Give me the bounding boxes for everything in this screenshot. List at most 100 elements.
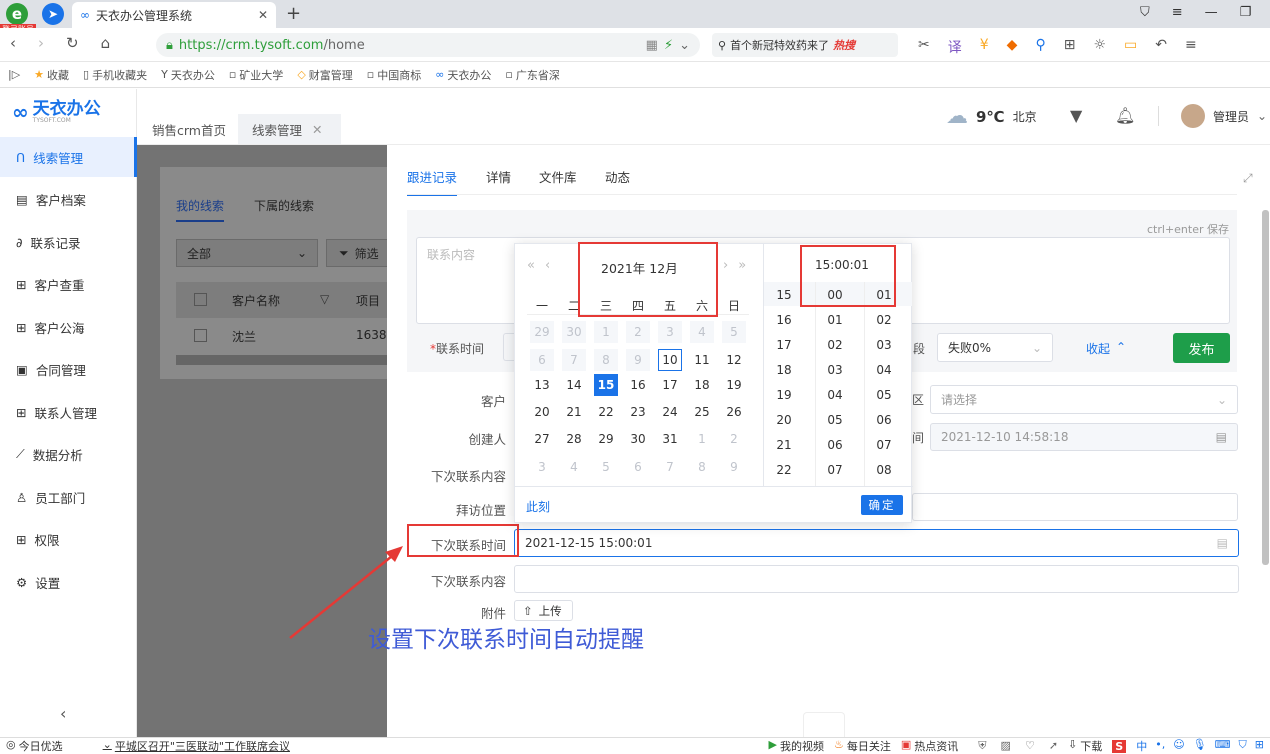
rocket-icon[interactable]: ➚ <box>1049 739 1058 753</box>
day-cell[interactable]: 20 <box>530 401 554 423</box>
day-cell[interactable]: 23 <box>626 401 650 423</box>
bookmark-item[interactable]: ▫ 广东省深 <box>505 67 559 83</box>
keyboard-icon[interactable]: ⌨ <box>1215 738 1231 754</box>
next-content-input[interactable] <box>514 565 1239 593</box>
shield-icon[interactable]: ¥ <box>980 37 989 57</box>
bookmark-item[interactable]: ▫ 中国商标 <box>367 67 421 83</box>
sidebar-item-8[interactable]: ♙ 员工部门 <box>0 477 137 517</box>
day-cell[interactable]: 14 <box>562 374 586 396</box>
bookmark-item[interactable]: ★ 收藏 <box>34 67 69 83</box>
collapse-sidebar-icon[interactable]: ‹ <box>60 704 66 723</box>
day-cell[interactable]: 16 <box>626 374 650 396</box>
visit-location-input[interactable] <box>912 493 1238 521</box>
sidebar-item-1[interactable]: ▤ 客户档案 <box>0 179 137 219</box>
apps-icon[interactable]: ⊞ <box>1064 37 1076 57</box>
bookmark-item[interactable]: ▯ 手机收藏夹 <box>83 67 147 83</box>
upload-button[interactable]: ⇧ 上传 <box>514 600 573 621</box>
hour-cell[interactable]: 22 <box>772 459 796 481</box>
lightning-icon[interactable]: ⚡ <box>664 38 673 53</box>
second-cell[interactable]: 05 <box>872 384 896 406</box>
grid-icon[interactable]: ⊞ <box>1255 738 1264 754</box>
day-cell[interactable]: 18 <box>690 374 714 396</box>
select-all-checkbox[interactable] <box>194 293 207 306</box>
day-cell[interactable]: 11 <box>690 349 714 371</box>
day-cell[interactable]: 8 <box>690 456 714 478</box>
day-cell[interactable]: 30 <box>562 321 586 343</box>
heart-icon[interactable]: ♡ <box>1025 739 1035 753</box>
row-checkbox[interactable] <box>194 329 207 342</box>
day-cell[interactable]: 3 <box>658 321 682 343</box>
news-ticker[interactable]: ⌄ 平城区召开"三医联动"工作联席会议 <box>103 738 290 754</box>
hour-cell[interactable]: 20 <box>772 409 796 431</box>
sidebar-toggle-icon[interactable]: |▷ <box>8 68 20 81</box>
day-cell[interactable]: 1 <box>690 428 714 450</box>
shirt-icon[interactable]: ⛉ <box>1140 5 1150 20</box>
day-cell[interactable]: 12 <box>722 349 746 371</box>
more-icon[interactable]: ≡ <box>1185 37 1197 57</box>
day-cell[interactable]: 13 <box>530 374 554 396</box>
qr-icon[interactable]: ▦ <box>646 38 658 53</box>
new-tab-icon[interactable]: + <box>286 3 301 24</box>
filter-select[interactable]: 全部 ⌄ <box>176 239 318 267</box>
day-cell[interactable]: 5 <box>722 321 746 343</box>
next-month-icon[interactable]: › <box>723 258 728 273</box>
browser-search[interactable]: ⚲ 首个新冠特效药来了 热搜 <box>712 33 898 57</box>
hour-cell[interactable]: 21 <box>772 434 796 456</box>
emoji-icon[interactable]: ☺ <box>1173 738 1184 754</box>
day-cell[interactable]: 7 <box>658 456 682 478</box>
menu-icon[interactable]: ≡ <box>1172 5 1183 20</box>
stage-select[interactable]: 失败0% ⌄ <box>937 333 1053 362</box>
mic-icon[interactable]: 🎙︎ <box>1193 738 1207 754</box>
reload-icon[interactable]: ↻ <box>66 34 79 52</box>
second-cell[interactable]: 06 <box>872 409 896 431</box>
bookmark-item[interactable]: ∞ 天衣办公 <box>435 67 491 83</box>
day-cell[interactable]: 6 <box>530 349 554 371</box>
tab-crm-home[interactable]: 销售crm首页 <box>138 114 240 144</box>
minute-cell[interactable]: 02 <box>823 334 847 356</box>
hour-cell[interactable]: 19 <box>772 384 796 406</box>
day-cell[interactable]: 27 <box>530 428 554 450</box>
hour-cell[interactable]: 18 <box>772 359 796 381</box>
forward-icon[interactable]: › <box>38 34 44 52</box>
prev-month-icon[interactable]: ‹ <box>545 258 550 273</box>
second-cell[interactable]: 02 <box>872 309 896 331</box>
second-cell[interactable]: 03 <box>872 334 896 356</box>
sidebar-item-4[interactable]: ⊞ 客户公海 <box>0 307 137 347</box>
url-bar[interactable]: 🔒︎ https://crm.tysoft.com/home ▦ ⚡ ⌄ <box>156 33 700 57</box>
day-cell[interactable]: 7 <box>562 349 586 371</box>
next-time-input[interactable]: 2021-12-15 15:00:01 ▤ <box>514 529 1239 557</box>
battery-icon[interactable]: ▭ <box>1124 37 1137 57</box>
filter-button[interactable]: ⏷ 筛选 <box>326 239 392 267</box>
undo-icon[interactable]: ↶ <box>1155 37 1167 57</box>
day-cell[interactable]: 3 <box>530 456 554 478</box>
day-cell[interactable]: 4 <box>690 321 714 343</box>
navigate-icon[interactable]: ➤ <box>42 3 64 25</box>
translate-icon[interactable]: 译 <box>948 37 962 57</box>
browser-logo-icon[interactable]: e <box>6 3 28 25</box>
game-icon[interactable]: ◆ <box>1007 37 1018 57</box>
prev-year-icon[interactable]: « <box>527 258 535 273</box>
day-cell[interactable]: 17 <box>658 374 682 396</box>
magnifier-icon[interactable]: ⚲ <box>1035 37 1045 57</box>
sort-icon[interactable]: ▽ <box>320 292 329 306</box>
hour-cell[interactable]: 17 <box>772 334 796 356</box>
bell-icon[interactable]: 🔔︎ <box>1115 106 1135 125</box>
region-select[interactable]: 请选择 ⌄ <box>930 385 1238 414</box>
video-link[interactable]: ▶ 我的视频 <box>769 738 824 754</box>
browser-tab[interactable]: ∞ 天衣办公管理系统 ✕ <box>72 2 276 28</box>
back-icon[interactable]: ‹ <box>10 34 16 52</box>
day-cell[interactable]: 15 <box>594 374 618 396</box>
bookmark-item[interactable]: Y 天衣办公 <box>161 67 215 83</box>
day-cell[interactable]: 31 <box>658 428 682 450</box>
day-cell[interactable]: 5 <box>594 456 618 478</box>
table-row[interactable]: 沈兰 16385 <box>176 318 394 354</box>
tab-sub-clues[interactable]: 下属的线索 <box>254 197 314 214</box>
hot-link[interactable]: ▣ 热点资讯 <box>901 738 958 754</box>
minute-cell[interactable]: 03 <box>823 359 847 381</box>
hour-cell[interactable]: 15 <box>772 284 796 306</box>
chinese-mode-icon[interactable]: 中 <box>1136 738 1147 754</box>
punctuation-icon[interactable]: •, <box>1155 738 1165 754</box>
tab-my-clues[interactable]: 我的线索 <box>176 197 225 222</box>
day-cell[interactable]: 28 <box>562 428 586 450</box>
sidebar-item-3[interactable]: ⊞ 客户查重 <box>0 264 137 304</box>
